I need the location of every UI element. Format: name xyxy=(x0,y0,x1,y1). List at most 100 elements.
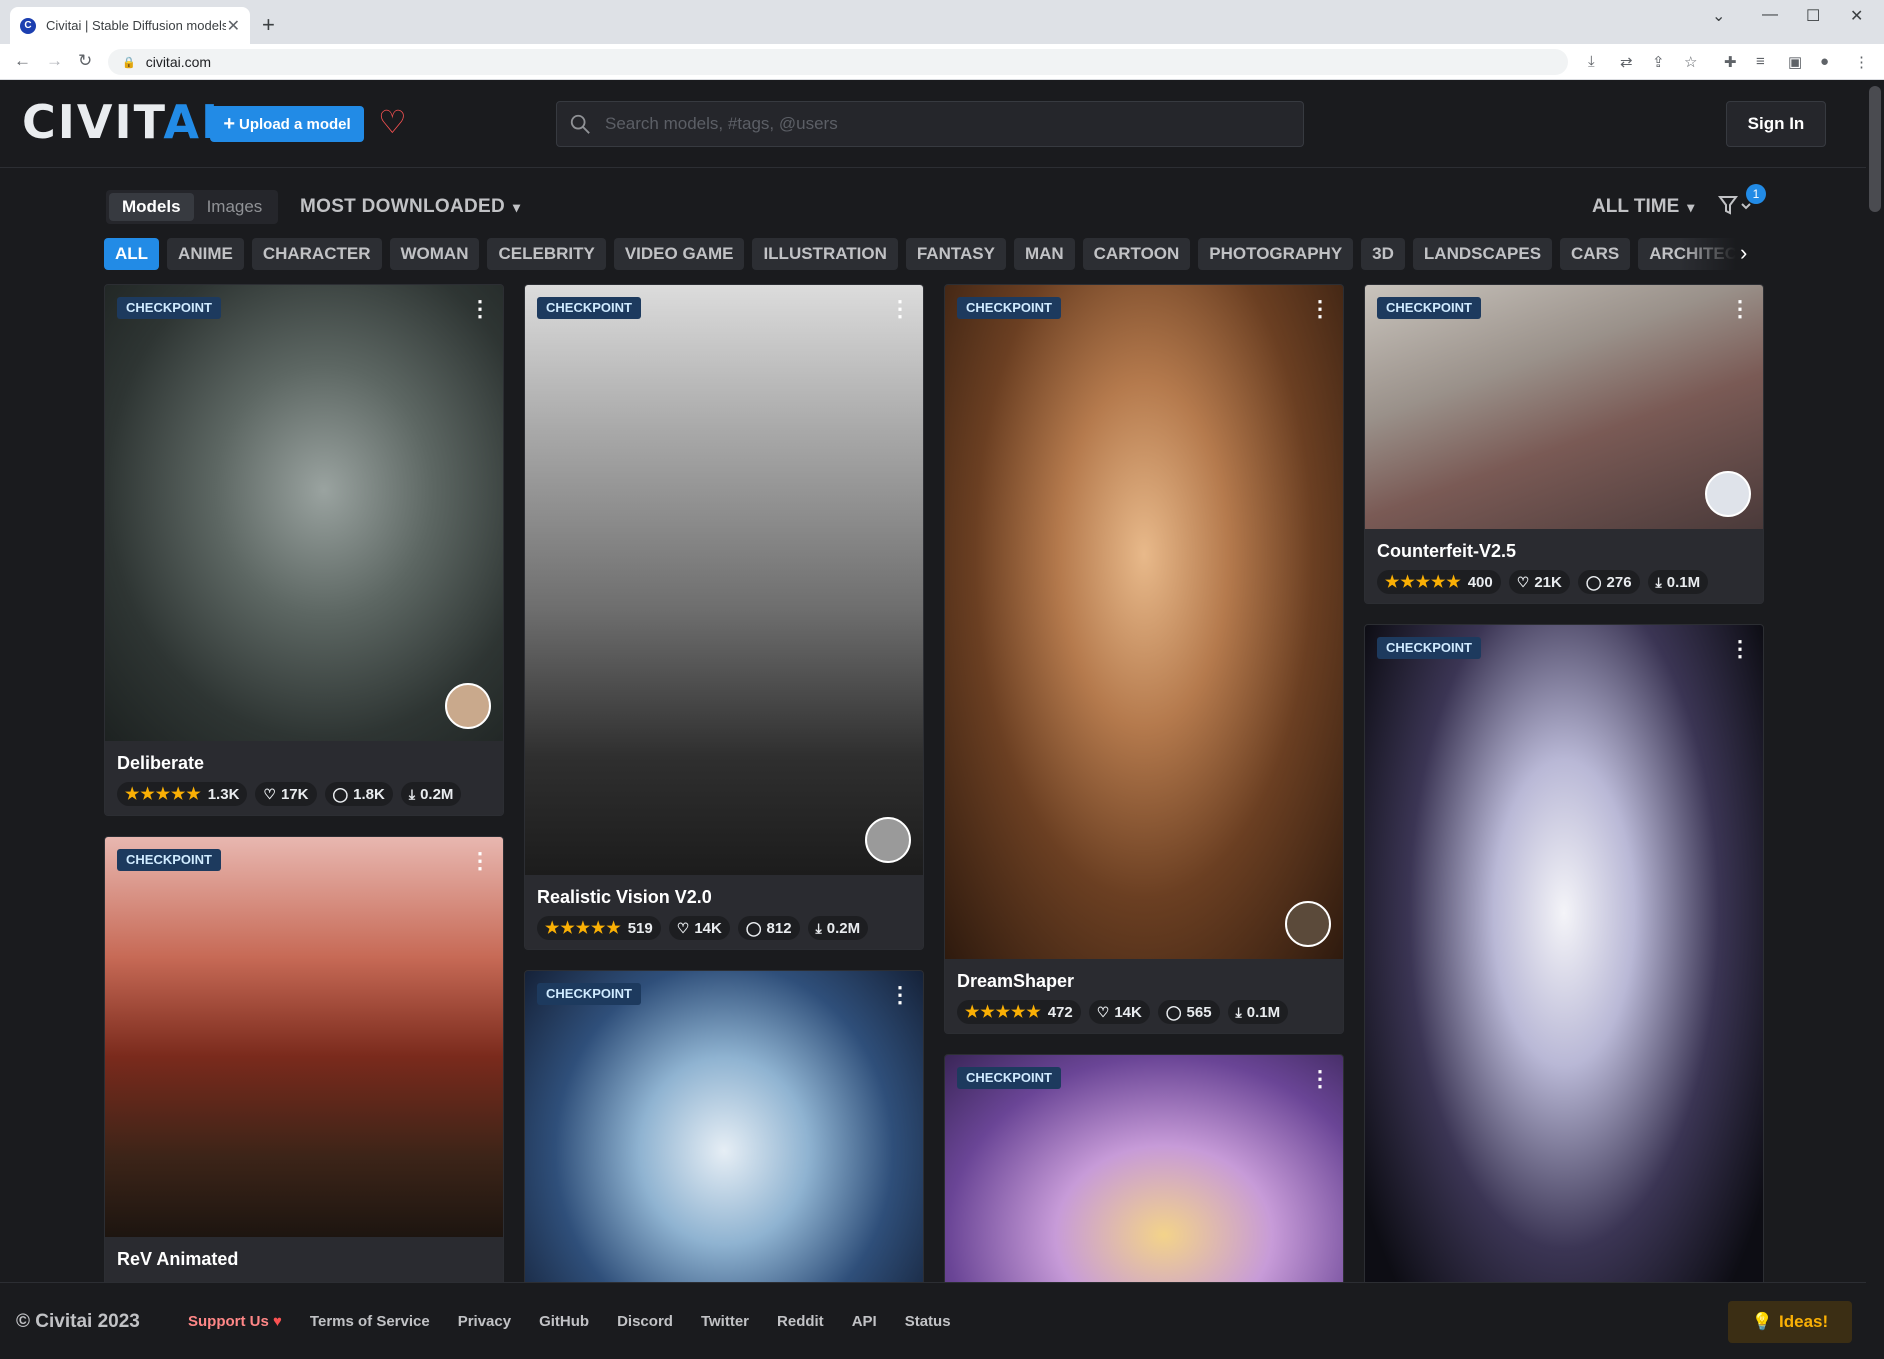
plus-icon: + xyxy=(223,112,235,135)
more-options-icon[interactable]: ⋮ xyxy=(889,984,911,1006)
model-type-badge: CHECKPOINT xyxy=(537,983,641,1005)
new-tab-icon[interactable]: + xyxy=(262,12,275,38)
model-card[interactable]: CHECKPOINT ⋮ xyxy=(944,1054,1344,1282)
more-options-icon[interactable]: ⋮ xyxy=(1729,298,1751,320)
install-icon[interactable]: ⤓ xyxy=(1588,53,1595,70)
tag-chip[interactable]: ILLUSTRATION xyxy=(752,238,898,270)
model-preview-image[interactable] xyxy=(525,285,923,875)
forward-icon[interactable]: → xyxy=(46,51,63,71)
translate-icon[interactable]: ⇄ xyxy=(1620,53,1633,71)
civitai-logo[interactable]: CIVITAI xyxy=(22,96,220,148)
more-options-icon[interactable]: ⋮ xyxy=(1729,638,1751,660)
model-preview-image[interactable] xyxy=(525,971,923,1282)
card-footer: Realistic Vision V2.0 ★★★★★ 519 ♡ 14K ◯ 812… xyxy=(525,875,923,949)
download-icon: ⤓ xyxy=(1235,1003,1242,1020)
model-card[interactable]: CHECKPOINT ⋮ Deliberate ★★★★★ 1.3K ♡ 17K ◯… xyxy=(104,284,504,816)
bookmark-star-icon[interactable]: ☆ xyxy=(1684,53,1697,71)
tab-images[interactable]: Images xyxy=(194,193,276,221)
model-card[interactable]: CHECKPOINT ⋮ Counterfeit-V2.5 ★★★★★ 400 ♡… xyxy=(1364,284,1764,604)
chevron-right-icon[interactable]: › xyxy=(1740,240,1747,266)
reload-icon[interactable]: ↻ xyxy=(78,51,92,71)
creator-avatar[interactable] xyxy=(1285,901,1331,947)
profile-icon[interactable]: ● xyxy=(1820,53,1829,70)
model-title[interactable]: Realistic Vision V2.0 xyxy=(537,887,911,908)
back-icon[interactable]: ← xyxy=(14,51,31,71)
lock-icon: 🔒 xyxy=(122,56,136,69)
model-preview-image[interactable] xyxy=(105,837,503,1237)
ideas-button[interactable]: 💡 Ideas! xyxy=(1728,1301,1852,1343)
tag-chip[interactable]: WOMAN xyxy=(389,238,480,270)
more-options-icon[interactable]: ⋮ xyxy=(889,298,911,320)
sign-in-button[interactable]: Sign In xyxy=(1726,101,1826,147)
footer-link-support[interactable]: Support Us ♥ xyxy=(188,1313,282,1330)
upload-model-button[interactable]: + Upload a model xyxy=(210,106,364,142)
tag-chip[interactable]: MAN xyxy=(1013,238,1075,270)
model-preview-image[interactable] xyxy=(945,1055,1343,1282)
search-box[interactable] xyxy=(556,101,1304,147)
model-title[interactable]: DreamShaper xyxy=(957,971,1331,992)
footer-link-github[interactable]: GitHub xyxy=(539,1313,589,1330)
tag-chip[interactable]: CELEBRITY xyxy=(487,238,606,270)
card-footer: Counterfeit-V2.5 ★★★★★ 400 ♡ 21K ◯ 276 ⤓ 0.1… xyxy=(1365,529,1763,603)
browser-tab[interactable]: C Civitai | Stable Diffusion models ✕ xyxy=(10,7,250,44)
filter-count-badge: 1 xyxy=(1746,184,1766,204)
footer-link-discord[interactable]: Discord xyxy=(617,1313,673,1330)
more-options-icon[interactable]: ⋮ xyxy=(469,298,491,320)
footer-link-status[interactable]: Status xyxy=(905,1313,951,1330)
tag-chip[interactable]: FANTASY xyxy=(905,238,1006,270)
omnibox[interactable]: 🔒 civitai.com xyxy=(108,49,1568,75)
model-card[interactable]: CHECKPOINT ⋮ Realistic Vision V2.0 ★★★★★… xyxy=(524,284,924,950)
tag-chip[interactable]: CARTOON xyxy=(1082,238,1191,270)
model-title[interactable]: Counterfeit-V2.5 xyxy=(1377,541,1751,562)
tag-chip[interactable]: VIDEO GAME xyxy=(613,238,745,270)
model-card[interactable]: CHECKPOINT ⋮ xyxy=(1364,624,1764,1282)
creator-avatar[interactable] xyxy=(865,817,911,863)
content-type-toggle: Models Images xyxy=(106,190,279,224)
more-menu-icon[interactable]: ⋮ xyxy=(1854,53,1869,71)
model-title[interactable]: ReV Animated xyxy=(117,1249,491,1270)
rating-stat: ★★★★★ 519 xyxy=(537,916,661,940)
model-card[interactable]: CHECKPOINT ⋮ DreamShaper ★★★★★ 472 ♡ 14K ◯… xyxy=(944,284,1344,1034)
page-scrollbar[interactable] xyxy=(1866,80,1884,1359)
scroll-thumb[interactable] xyxy=(1869,86,1881,212)
more-options-icon[interactable]: ⋮ xyxy=(1309,1068,1331,1090)
share-icon[interactable]: ⇪ xyxy=(1652,53,1665,71)
creator-avatar[interactable] xyxy=(1705,471,1751,517)
model-preview-image[interactable] xyxy=(1365,285,1763,529)
period-dropdown[interactable]: ALL TIME ▾ xyxy=(1592,196,1694,218)
side-panel-icon[interactable]: ▣ xyxy=(1788,53,1802,71)
maximize-icon[interactable]: ☐ xyxy=(1806,6,1820,26)
footer-link-twitter[interactable]: Twitter xyxy=(701,1313,749,1330)
sort-dropdown[interactable]: MOST DOWNLOADED ▾ xyxy=(300,196,520,218)
model-preview-image[interactable] xyxy=(1365,625,1763,1282)
model-card[interactable]: CHECKPOINT ⋮ ReV Animated xyxy=(104,836,504,1282)
close-window-icon[interactable]: ✕ xyxy=(1850,6,1863,26)
heart-icon[interactable]: ♡ xyxy=(378,104,407,140)
more-options-icon[interactable]: ⋮ xyxy=(469,850,491,872)
footer-link-privacy[interactable]: Privacy xyxy=(458,1313,511,1330)
tag-chip[interactable]: ALL xyxy=(104,238,160,270)
model-preview-image[interactable] xyxy=(105,285,503,741)
model-stats: ★★★★★ 1.3K ♡ 17K ◯ 1.8K ⤓ 0.2M xyxy=(117,782,491,806)
close-tab-icon[interactable]: ✕ xyxy=(227,16,240,36)
minimize-icon[interactable]: — xyxy=(1762,6,1778,24)
tag-chip[interactable]: CARS xyxy=(1560,238,1631,270)
tag-chip[interactable]: LANDSCAPES xyxy=(1412,238,1553,270)
tab-models[interactable]: Models xyxy=(109,193,194,221)
tag-chip[interactable]: CHARACTER xyxy=(251,238,382,270)
reading-list-icon[interactable]: ≡ xyxy=(1756,53,1765,70)
footer-link-terms[interactable]: Terms of Service xyxy=(310,1313,430,1330)
footer-link-reddit[interactable]: Reddit xyxy=(777,1313,824,1330)
tag-chip[interactable]: ANIME xyxy=(167,238,244,270)
more-options-icon[interactable]: ⋮ xyxy=(1309,298,1331,320)
creator-avatar[interactable] xyxy=(445,683,491,729)
model-card[interactable]: CHECKPOINT ⋮ xyxy=(524,970,924,1282)
tag-chip[interactable]: 3D xyxy=(1361,238,1405,270)
tag-chip[interactable]: PHOTOGRAPHY xyxy=(1198,238,1354,270)
model-title[interactable]: Deliberate xyxy=(117,753,491,774)
extensions-icon[interactable]: ✚ xyxy=(1724,53,1737,71)
footer-link-api[interactable]: API xyxy=(852,1313,877,1330)
model-preview-image[interactable] xyxy=(945,285,1343,959)
search-input[interactable] xyxy=(603,113,1253,135)
tab-search-icon[interactable]: ⌄ xyxy=(1712,6,1725,26)
